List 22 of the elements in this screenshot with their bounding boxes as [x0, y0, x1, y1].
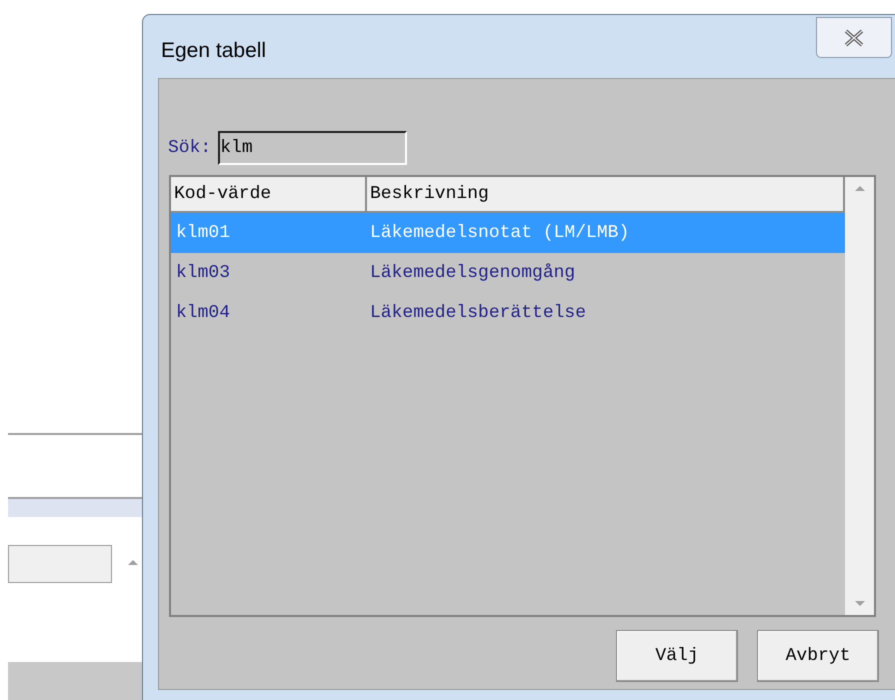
- search-field[interactable]: klm: [218, 131, 408, 165]
- table-row[interactable]: klm04 Läkemedelsberättelse: [171, 293, 845, 333]
- column-header[interactable]: Beskrivning: [367, 177, 845, 213]
- table-cell-text: Läkemedelsberättelse: [369, 302, 588, 324]
- close-button[interactable]: [816, 17, 892, 58]
- scroll-up-icon[interactable]: [126, 557, 140, 567]
- table-row[interactable]: klm03 Läkemedelsgenomgång: [171, 253, 845, 293]
- scroll-up-icon[interactable]: [852, 183, 866, 193]
- table-cell-text: klm03: [175, 262, 232, 284]
- scrollbar[interactable]: [845, 177, 874, 615]
- cancel-button[interactable]: Avbryt: [757, 630, 879, 682]
- table-cell-text: Läkemedelsnotat (LM/LMB): [369, 222, 630, 244]
- select-button[interactable]: Välj: [616, 630, 738, 682]
- table-cell-text: klm04: [175, 302, 232, 324]
- input-field[interactable]: [8, 545, 112, 583]
- close-icon: [843, 28, 865, 46]
- scroll-down-icon[interactable]: [852, 599, 866, 609]
- search-label: Sök:: [168, 136, 212, 160]
- column-header[interactable]: Kod-värde: [171, 177, 367, 213]
- window-title: Egen tabell: [161, 38, 266, 64]
- table-cell-text: Läkemedelsgenomgång: [369, 262, 576, 284]
- table-cell-text: klm01: [175, 222, 232, 244]
